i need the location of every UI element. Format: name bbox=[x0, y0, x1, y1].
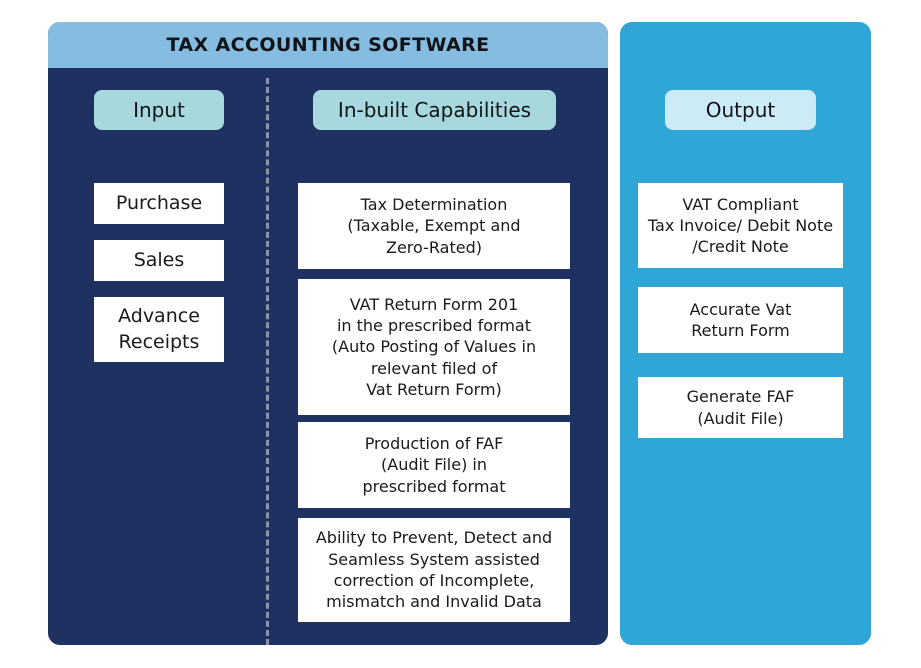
output-item-accurate-vat-return-form: Accurate Vat Return Form bbox=[638, 287, 843, 353]
column-divider bbox=[266, 78, 269, 645]
input-item-sales: Sales bbox=[94, 240, 224, 281]
input-item-purchase: Purchase bbox=[94, 183, 224, 224]
capability-item-vat-return-form: VAT Return Form 201 in the prescribed fo… bbox=[298, 279, 570, 415]
input-column-label: Input bbox=[133, 98, 185, 122]
card-header: TAX ACCOUNTING SOFTWARE bbox=[48, 22, 608, 68]
output-item-vat-compliant-invoice: VAT Compliant Tax Invoice/ Debit Note /C… bbox=[638, 183, 843, 268]
capabilities-column-label: In-built Capabilities bbox=[337, 98, 532, 122]
capability-item-tax-determination: Tax Determination (Taxable, Exempt and Z… bbox=[298, 183, 570, 269]
input-column-pill: Input bbox=[94, 90, 224, 130]
capability-item-production-of-faf: Production of FAF (Audit File) in prescr… bbox=[298, 422, 570, 508]
tax-accounting-software-card: TAX ACCOUNTING SOFTWARE Input Purchase S… bbox=[48, 22, 608, 645]
capabilities-column-pill: In-built Capabilities bbox=[313, 90, 556, 130]
output-column-pill: Output bbox=[665, 90, 816, 130]
output-column-label: Output bbox=[705, 98, 776, 122]
input-item-advance-receipts: Advance Receipts bbox=[94, 297, 224, 362]
page-title: TAX ACCOUNTING SOFTWARE bbox=[166, 34, 490, 56]
output-card: Output VAT Compliant Tax Invoice/ Debit … bbox=[620, 22, 871, 645]
capability-item-prevent-detect: Ability to Prevent, Detect and Seamless … bbox=[298, 518, 570, 622]
output-item-generate-faf: Generate FAF (Audit File) bbox=[638, 377, 843, 438]
